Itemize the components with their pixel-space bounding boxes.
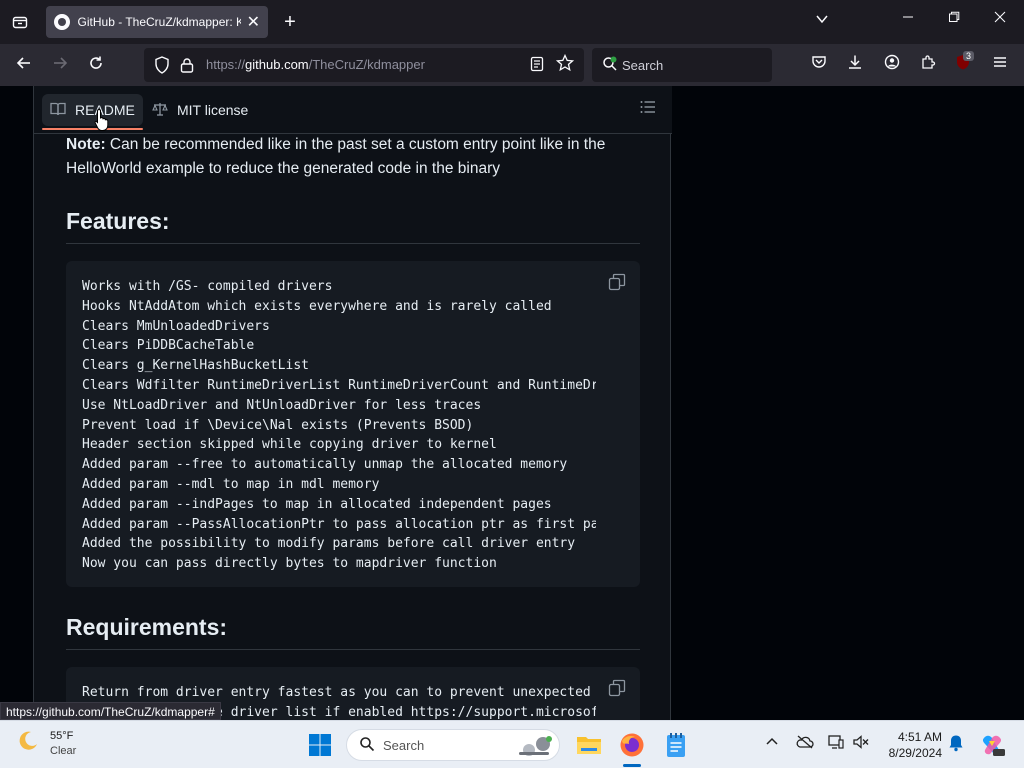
search-bar[interactable]: Search xyxy=(592,48,772,82)
tab-mit-license[interactable]: MIT license xyxy=(144,94,256,126)
speaker-muted-icon[interactable] xyxy=(853,735,869,752)
search-highlight-illustration-icon xyxy=(519,736,552,756)
book-icon xyxy=(50,102,66,119)
address-bar[interactable]: https://github.com/TheCruZ/kdmapper xyxy=(144,48,584,82)
clock-time: 4:51 AM xyxy=(897,730,942,744)
features-code-block: Works with /GS- compiled drivers Hooks N… xyxy=(66,261,640,587)
tab-mit-license-label: MIT license xyxy=(177,102,249,118)
notification-bell-icon[interactable] xyxy=(948,734,964,755)
tray-overflow-chevron-icon[interactable] xyxy=(765,735,779,752)
restore-icon[interactable] xyxy=(944,10,964,26)
firefox-active-indicator xyxy=(623,764,641,767)
notepad-icon[interactable] xyxy=(662,731,690,759)
tab-readme[interactable]: README xyxy=(42,94,143,130)
browser-tab-active[interactable]: GitHub - TheCruZ/kdmapper: K ✕ xyxy=(46,6,268,38)
download-icon[interactable] xyxy=(844,54,866,76)
tab-overview-icon[interactable] xyxy=(8,10,32,34)
search-placeholder: Search xyxy=(622,58,664,73)
copilot-icon[interactable] xyxy=(978,731,1006,759)
bookmark-star-icon[interactable] xyxy=(555,53,575,77)
tab-close-icon[interactable]: ✕ xyxy=(247,12,260,32)
weather-description: Clear xyxy=(50,745,77,757)
requirements-heading: Requirements: xyxy=(66,614,640,650)
extension-badge: 3 xyxy=(963,51,975,61)
clock-date: 8/29/2024 xyxy=(888,746,942,760)
file-explorer-icon[interactable] xyxy=(575,731,603,759)
note-label: Note: xyxy=(66,136,106,153)
display-network-icon[interactable] xyxy=(828,735,844,752)
weather-widget[interactable]: 55°F Clear xyxy=(16,729,76,759)
reload-icon[interactable] xyxy=(84,53,108,77)
features-code: Works with /GS- compiled drivers Hooks N… xyxy=(82,279,596,572)
extensions-puzzle-icon[interactable] xyxy=(917,54,939,76)
navigation-toolbar: https://github.com/TheCruZ/kdmapper Sear… xyxy=(0,44,1024,86)
outline-list-icon[interactable] xyxy=(640,100,656,118)
github-logo-icon xyxy=(54,14,70,30)
link-status-tooltip: https://github.com/TheCruZ/kdmapper# xyxy=(0,702,221,720)
features-heading: Features: xyxy=(66,208,640,244)
new-tab-button[interactable]: + xyxy=(280,10,300,34)
chevron-down-icon[interactable] xyxy=(815,12,829,29)
readme-markdown-body: Note: Can be recommended like in the pas… xyxy=(66,134,640,747)
lock-icon[interactable] xyxy=(180,57,194,73)
note-paragraph: Note: Can be recommended like in the pas… xyxy=(66,133,640,181)
url-text: https://github.com/TheCruZ/kdmapper xyxy=(206,57,425,72)
onedrive-offline-icon[interactable] xyxy=(796,735,814,752)
tab-title: GitHub - TheCruZ/kdmapper: K xyxy=(77,15,241,29)
taskbar-search-box[interactable]: Search xyxy=(346,729,560,761)
moon-icon xyxy=(16,729,42,755)
close-window-icon[interactable] xyxy=(990,10,1010,26)
search-icon xyxy=(359,736,375,756)
weather-temperature: 55°F xyxy=(50,730,74,742)
firefox-icon[interactable] xyxy=(618,731,646,759)
shield-icon[interactable] xyxy=(154,56,170,74)
account-icon[interactable] xyxy=(881,54,903,76)
note-text: Can be recommended like in the past set … xyxy=(66,136,606,177)
browser-tab-strip: GitHub - TheCruZ/kdmapper: K ✕ + xyxy=(0,0,1024,44)
windows-taskbar: 55°F Clear Search 4:51 AM 8/29/2024 xyxy=(0,720,1024,768)
copy-icon[interactable] xyxy=(608,273,626,291)
back-arrow-icon[interactable] xyxy=(12,53,36,77)
windows-start-icon[interactable] xyxy=(306,731,334,759)
scale-icon xyxy=(152,102,168,119)
forward-arrow-icon[interactable] xyxy=(48,53,72,77)
system-clock[interactable]: 4:51 AM 8/29/2024 xyxy=(880,729,942,761)
readme-panel: README MIT license Note: Can be recommen… xyxy=(33,86,672,747)
copy-icon[interactable] xyxy=(608,679,626,697)
readme-tab-bar: README MIT license xyxy=(34,86,672,134)
reader-view-icon[interactable] xyxy=(530,56,544,75)
search-icon xyxy=(602,56,618,75)
hamburger-menu-icon[interactable] xyxy=(989,54,1011,76)
minimize-icon[interactable] xyxy=(898,10,918,26)
pocket-icon[interactable] xyxy=(808,54,830,76)
page-content: README MIT license Note: Can be recommen… xyxy=(0,86,1024,747)
hand-cursor-icon xyxy=(94,108,109,131)
taskbar-search-placeholder: Search xyxy=(383,738,425,753)
